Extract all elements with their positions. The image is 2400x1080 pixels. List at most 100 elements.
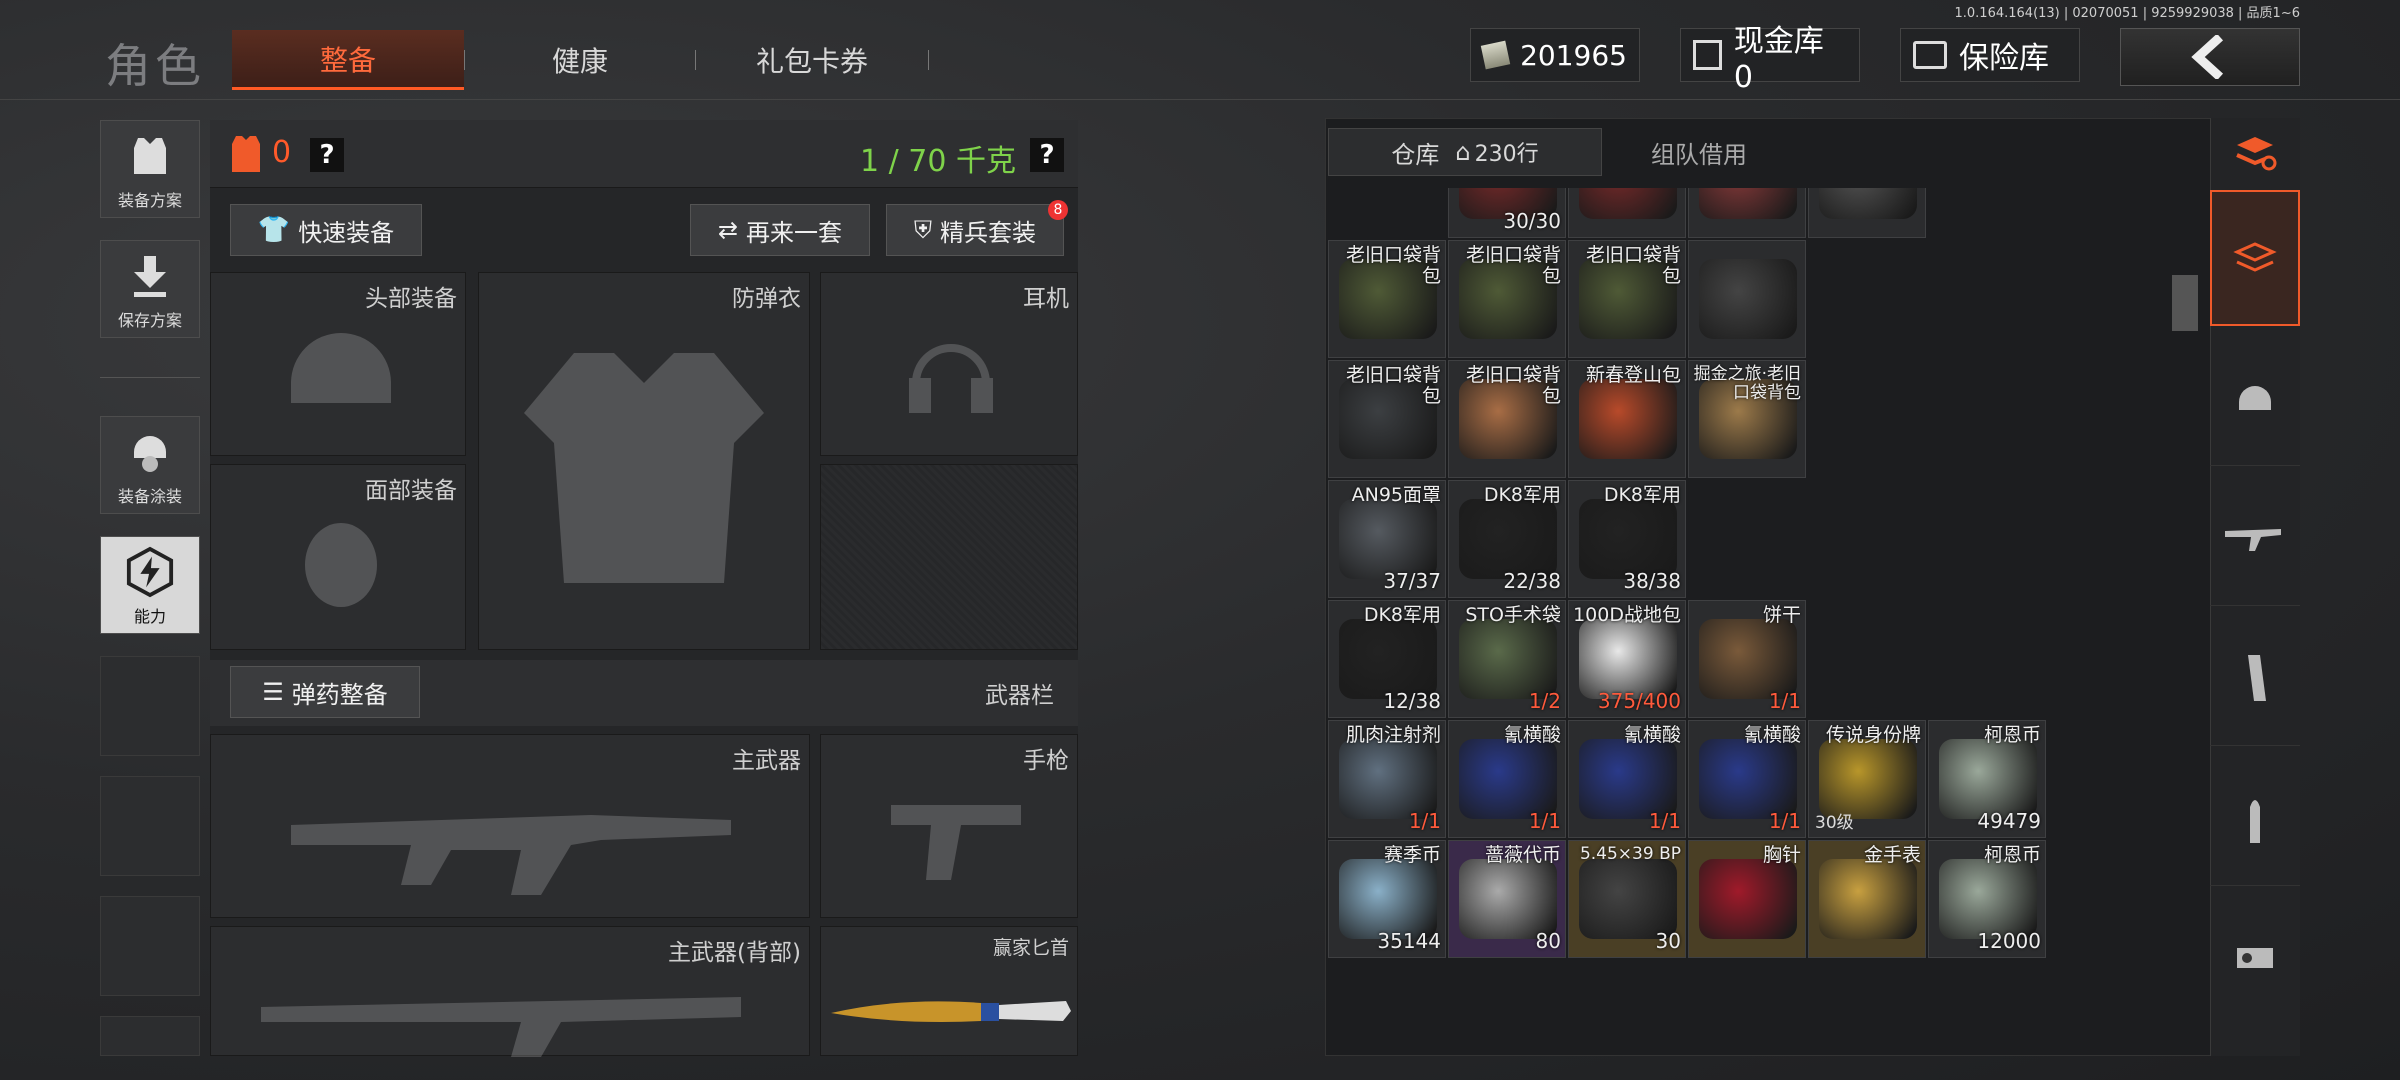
- category-rifle[interactable]: [2210, 470, 2300, 606]
- inventory-item[interactable]: 氰横酸 1/1: [1568, 720, 1686, 838]
- money-value: 201965: [1520, 38, 1627, 72]
- sidebar-label: 装备涂装: [117, 487, 182, 506]
- inventory-item[interactable]: 老旧口袋背包: [1448, 240, 1566, 358]
- inventory-item[interactable]: DK8军用 22/38: [1448, 480, 1566, 598]
- item-name: 老旧口袋背包: [1585, 244, 1681, 287]
- category-magazine[interactable]: [2210, 610, 2300, 746]
- inventory-item[interactable]: [1688, 240, 1806, 358]
- inventory-item[interactable]: 传说身份牌 30级: [1808, 720, 1926, 838]
- item-image: [1459, 619, 1557, 699]
- tab-team-borrow[interactable]: 组队借用: [1604, 128, 1794, 176]
- weight-value: 1 / 70 千克: [860, 144, 1016, 179]
- inventory-item[interactable]: 30/30: [1448, 188, 1566, 238]
- sidebar-empty-slot: [100, 1016, 200, 1056]
- gas-mask-icon: [305, 523, 377, 607]
- inventory-item[interactable]: 5.45×39 BP 30: [1568, 840, 1686, 958]
- slot-label: 赢家匕首: [992, 937, 1069, 959]
- item-count: 1/1: [1408, 809, 1441, 833]
- inventory-item[interactable]: [1568, 188, 1686, 238]
- sidebar-ability[interactable]: 能力: [100, 536, 200, 634]
- sidebar-save-plan[interactable]: 保存方案: [100, 240, 200, 338]
- inventory-item[interactable]: 新春登山包: [1568, 360, 1686, 478]
- inventory-item[interactable]: DK8军用 12/38: [1328, 600, 1446, 718]
- category-attachment[interactable]: [2210, 890, 2300, 1026]
- tab-equip[interactable]: 整备: [232, 30, 464, 90]
- inventory-item[interactable]: 赛季币 35144: [1328, 840, 1446, 958]
- inventory-item[interactable]: 柯恩币 49479: [1928, 720, 2046, 838]
- inventory-item[interactable]: 氰横酸 1/1: [1448, 720, 1566, 838]
- item-image: [1579, 188, 1677, 219]
- category-helmet[interactable]: [2210, 330, 2300, 466]
- item-name: 新春登山包: [1585, 364, 1681, 386]
- tab-storage[interactable]: 仓库 ⌂ 230行: [1328, 128, 1602, 176]
- inventory-item[interactable]: 饼干 1/1: [1688, 600, 1806, 718]
- safe-box-button[interactable]: 保险库: [1900, 28, 2080, 82]
- refresh-icon: ⇄: [717, 216, 739, 244]
- sort-button[interactable]: [2210, 118, 2300, 188]
- head-slot[interactable]: 头部装备: [210, 272, 466, 456]
- weight-help-icon[interactable]: ?: [1030, 138, 1064, 172]
- elite-set-button[interactable]: ⛨ 精兵套装: [886, 204, 1064, 256]
- scrollbar-thumb[interactable]: [2172, 275, 2198, 331]
- item-name: 蔷薇代币: [1484, 844, 1561, 866]
- armor-slot[interactable]: 防弹衣: [478, 272, 810, 650]
- inventory-item[interactable]: 老旧口袋背包: [1328, 240, 1446, 358]
- primary-weapon-slot[interactable]: 主武器: [210, 734, 810, 918]
- item-name: DK8军用: [1363, 604, 1441, 626]
- inventory-item[interactable]: DK8军用 38/38: [1568, 480, 1686, 598]
- helmet-skin-icon: [125, 427, 175, 477]
- sidebar-label: 装备方案: [117, 191, 182, 210]
- inventory-item[interactable]: 氰横酸 1/1: [1688, 720, 1806, 838]
- item-image: [1339, 859, 1437, 939]
- earphone-slot[interactable]: 耳机: [820, 272, 1078, 456]
- inventory-item[interactable]: 胸针: [1688, 840, 1806, 958]
- rifle-icon: [261, 997, 741, 1057]
- face-slot[interactable]: 面部装备: [210, 464, 466, 650]
- again-set-button[interactable]: ⇄ 再来一套: [690, 204, 870, 256]
- category-ammo[interactable]: [2210, 750, 2300, 886]
- item-image: [1339, 499, 1437, 579]
- slot-label: 面部装备: [365, 478, 457, 504]
- inventory-item[interactable]: 蔷薇代币 80: [1448, 840, 1566, 958]
- inventory-item[interactable]: 老旧口袋背包: [1448, 360, 1566, 478]
- inventory-item[interactable]: 掘金之旅·老旧口袋背包: [1688, 360, 1806, 478]
- shirt-icon: 👕: [257, 215, 291, 245]
- inventory-item[interactable]: 肌肉注射剂 1/1: [1328, 720, 1446, 838]
- item-name: 赛季币: [1383, 844, 1441, 866]
- pistol-slot[interactable]: 手枪: [820, 734, 1078, 918]
- item-name: 掘金之旅·老旧口袋背包: [1693, 364, 1801, 403]
- back-button[interactable]: [2120, 28, 2300, 86]
- inventory-item[interactable]: STO手术袋 1/2: [1448, 600, 1566, 718]
- sidebar-gear-skin[interactable]: 装备涂装: [100, 416, 200, 514]
- inventory-item[interactable]: [1808, 188, 1926, 238]
- item-image: [1459, 859, 1557, 939]
- sidebar-empty-slot: [100, 776, 200, 876]
- back-weapon-slot[interactable]: 主武器(背部): [210, 926, 810, 1057]
- item-count: 1/1: [1768, 809, 1801, 833]
- knife-slot[interactable]: 赢家匕首: [820, 926, 1078, 1056]
- inventory-item[interactable]: 金手表: [1808, 840, 1926, 958]
- inventory-item[interactable]: AN95面罩 37/37: [1328, 480, 1446, 598]
- weapon-bar-label: 武器栏: [985, 683, 1054, 709]
- inventory-item[interactable]: [1688, 188, 1806, 238]
- slot-label: 防弹衣: [732, 286, 801, 312]
- item-name: 柯恩币: [1983, 724, 2041, 746]
- sidebar-empty-slot: [100, 896, 200, 996]
- inventory-item[interactable]: 100D战地包 375/400: [1568, 600, 1686, 718]
- category-all[interactable]: [2210, 190, 2300, 326]
- cash-stack-icon: [1480, 40, 1511, 70]
- inventory-item[interactable]: 柯恩币 12000: [1928, 840, 2046, 958]
- inventory-item[interactable]: 老旧口袋背包: [1568, 240, 1686, 358]
- help-icon[interactable]: ?: [310, 138, 344, 172]
- sidebar-loadout-plan[interactable]: 装备方案: [100, 120, 200, 218]
- cash-vault-button[interactable]: 现金库 0: [1680, 24, 1860, 95]
- tab-health[interactable]: 健康: [465, 30, 695, 90]
- tab-gift-cards[interactable]: 礼包卡券: [696, 30, 928, 90]
- inventory-item[interactable]: 老旧口袋背包: [1328, 360, 1446, 478]
- quick-equip-button[interactable]: 👕 快速装备: [230, 204, 422, 256]
- item-name: 金手表: [1863, 844, 1921, 866]
- headset-icon: [909, 344, 993, 413]
- ammo-prep-button[interactable]: ☰ 弹药整备: [230, 666, 420, 718]
- row-count: 230行: [1474, 142, 1539, 167]
- helmet-icon: [2239, 385, 2271, 410]
